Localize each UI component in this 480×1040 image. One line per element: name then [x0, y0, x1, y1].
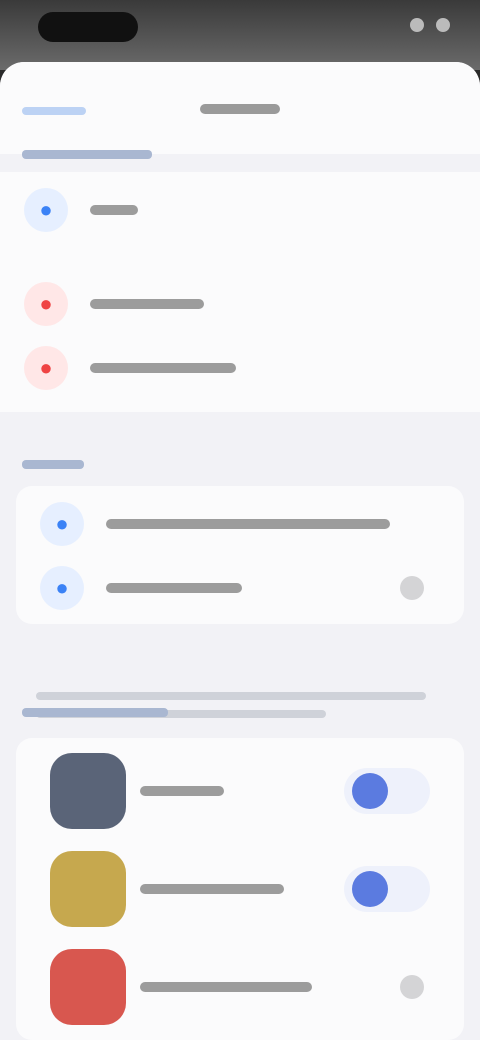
- section-label-connected: [22, 708, 168, 717]
- chevron-right-icon: [400, 975, 424, 999]
- toggle-knob: [352, 773, 388, 809]
- app-toggle[interactable]: [344, 768, 430, 814]
- status-bar: [0, 0, 480, 70]
- app-row[interactable]: [16, 938, 464, 1036]
- page-title-placeholder: [200, 104, 280, 114]
- settings-icon: ●: [40, 566, 84, 610]
- app-icon-gold: [50, 851, 126, 927]
- nav-header: [0, 62, 480, 154]
- user-icon: ●: [24, 188, 68, 232]
- section-label-account-placeholder: [22, 150, 152, 159]
- system-group: ● ●: [16, 486, 464, 624]
- wifi-icon: [410, 18, 424, 32]
- delete-icon: ●: [24, 346, 68, 390]
- battery-icon: [436, 18, 450, 32]
- app-row-label-placeholder: [140, 786, 224, 796]
- toggle-knob: [352, 871, 388, 907]
- section-label-connected-placeholder: [22, 708, 168, 717]
- app-row-label-placeholder: [140, 982, 312, 992]
- section-label-system: [22, 460, 84, 469]
- camera-notch: [38, 12, 138, 42]
- account-group: ● ● ●: [0, 172, 480, 412]
- app-row[interactable]: [16, 840, 464, 938]
- settings-sheet: ● ● ● ● ●: [0, 62, 480, 1040]
- system-item-notifications[interactable]: ●: [16, 492, 464, 556]
- app-row[interactable]: [16, 742, 464, 840]
- app-icon-red: [50, 949, 126, 1025]
- logout-icon: ●: [24, 282, 68, 326]
- connected-apps-group: [16, 738, 464, 1040]
- page-title: [0, 98, 480, 119]
- account-item-profile[interactable]: ●: [0, 178, 480, 242]
- system-item-notifications-placeholder: [106, 519, 390, 529]
- system-item-preferences[interactable]: ●: [16, 556, 464, 620]
- app-toggle[interactable]: [344, 866, 430, 912]
- section-label-system-placeholder: [22, 460, 84, 469]
- account-item-delete-placeholder: [90, 363, 236, 373]
- account-item-logout[interactable]: ●: [0, 272, 480, 336]
- bell-icon: ●: [40, 502, 84, 546]
- app-row-label-placeholder: [140, 884, 284, 894]
- section-label-account: [22, 150, 152, 159]
- account-item-delete[interactable]: ●: [0, 336, 480, 400]
- app-icon-gray: [50, 753, 126, 829]
- system-item-preferences-placeholder: [106, 583, 242, 593]
- account-item-profile-placeholder: [90, 205, 138, 215]
- footnote-line: [36, 692, 426, 700]
- chevron-right-icon: [400, 576, 424, 600]
- account-item-logout-placeholder: [90, 299, 204, 309]
